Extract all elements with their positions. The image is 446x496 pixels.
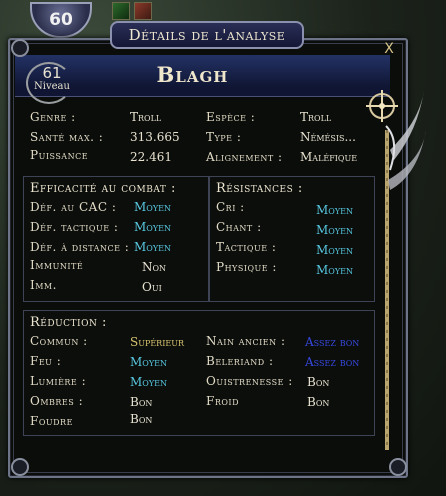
resist-row-label: Tactique : xyxy=(216,240,277,254)
target-level-value: 61 xyxy=(42,64,62,82)
reduction-row-label: Nain ancien : xyxy=(206,334,286,348)
type-value: Némésis... xyxy=(300,130,356,144)
reduction-row-value: Supérieur xyxy=(130,335,184,349)
reduction-row-label: Ouistrenesse : xyxy=(206,374,293,388)
reduction-row-label: Feu : xyxy=(30,354,62,368)
combat-row-value: Moyen xyxy=(134,200,171,214)
target-level-badge: 61 Niveau xyxy=(30,64,74,100)
sante-label: Santé max. : xyxy=(30,130,104,144)
corner-ornament-top-left xyxy=(11,39,29,57)
resist-row-label: Chant : xyxy=(216,220,262,234)
reduction-row-label: Ombres : xyxy=(30,394,84,408)
combat-row-label: Déf. tactique : xyxy=(30,220,119,234)
reduction-row-value: Assez bon xyxy=(305,355,360,369)
puissance-value: 22.461 xyxy=(130,150,172,164)
reduction-row-label: Lumière : xyxy=(30,374,87,388)
buff-icon-2[interactable] xyxy=(134,2,152,20)
combat-row-value: Moyen xyxy=(134,220,171,234)
reduction-row-value: Assez bon xyxy=(305,335,360,349)
reduction-row-value: Bon xyxy=(130,395,153,409)
resist-row-label: Physique : xyxy=(216,260,277,274)
combat-title: Efficacité au combat : xyxy=(30,181,176,196)
player-level-value: 60 xyxy=(49,10,73,30)
combat-row-label: Déf. à distance : xyxy=(30,240,130,254)
window-titlebar[interactable]: Détails de l'analyse xyxy=(110,21,304,49)
puissance-label: Puissance xyxy=(30,148,89,162)
corner-ornament-bottom-left xyxy=(11,458,29,476)
combat-row-value: Oui xyxy=(142,280,162,294)
combat-row-value: Moyen xyxy=(134,240,171,254)
genre-value: Troll xyxy=(130,110,162,124)
buff-icon-1[interactable] xyxy=(112,2,130,20)
resist-row-value: Moyen xyxy=(316,263,353,277)
close-button[interactable]: X xyxy=(380,40,398,58)
espece-value: Troll xyxy=(300,110,332,124)
target-level-label: Niveau xyxy=(34,81,70,92)
reduction-row-value: Moyen xyxy=(130,375,167,389)
resist-row-value: Moyen xyxy=(316,223,353,237)
combat-row-value: Non xyxy=(142,260,167,274)
resist-row-label: Cri : xyxy=(216,200,245,214)
reduction-row-label: Froid xyxy=(206,394,239,408)
reduction-row-label: Commun : xyxy=(30,334,88,348)
sante-value: 313.665 xyxy=(130,130,180,144)
genre-label: Genre : xyxy=(30,110,76,124)
resist-title: Résistances : xyxy=(216,181,303,196)
alignement-value: Maléfique xyxy=(300,150,358,164)
reduction-title: Réduction : xyxy=(30,315,107,330)
reduction-row-label: Beleriand : xyxy=(206,354,274,368)
window-title: Détails de l'analyse xyxy=(128,26,286,44)
reduction-row-label: Foudre xyxy=(30,414,73,428)
espece-label: Espèce : xyxy=(206,110,256,124)
staff-ornament-icon xyxy=(366,90,426,450)
type-label: Type : xyxy=(206,130,242,144)
reduction-row-value: Bon xyxy=(130,412,153,426)
combat-row-label: Imm. xyxy=(30,278,57,292)
reduction-row-value: Bon xyxy=(307,395,330,409)
corner-ornament-bottom-right xyxy=(389,458,407,476)
resist-row-value: Moyen xyxy=(316,243,353,257)
reduction-row-value: Moyen xyxy=(130,355,167,369)
combat-row-label: Déf. au CAC : xyxy=(30,200,117,214)
resist-row-value: Moyen xyxy=(316,203,353,217)
combat-row-label: Immunité xyxy=(30,258,84,272)
alignement-label: Alignement : xyxy=(206,150,283,164)
reduction-row-value: Bon xyxy=(307,375,330,389)
